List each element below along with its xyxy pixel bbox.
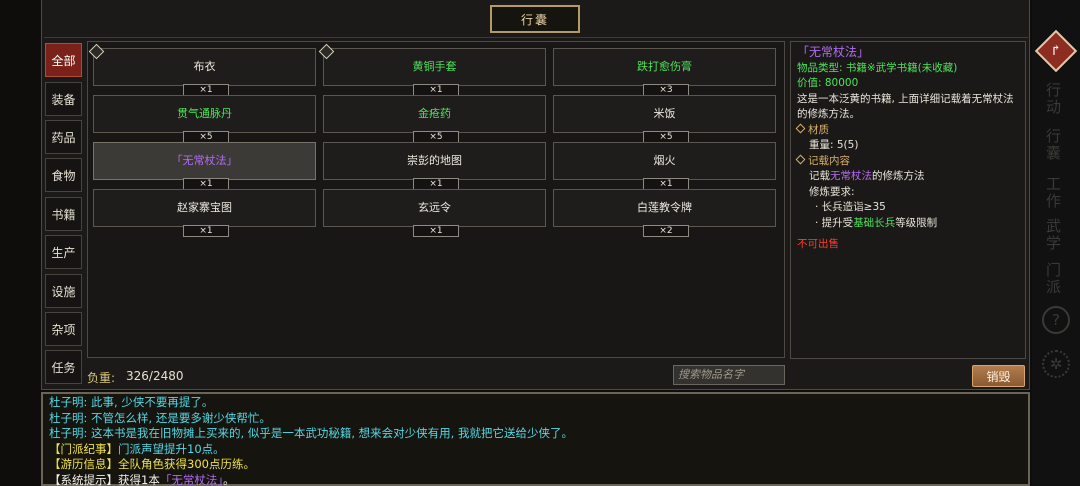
item-grid: 布衣 ×1 黄铜手套 ×1 跌打愈伤膏 ×3 贯气通脉丹 ×5 金疮药 ×5 米… <box>87 41 785 358</box>
detail-weight: 重量: 5(5) <box>809 139 859 151</box>
sidebar-item-work[interactable]: 工作 <box>1046 176 1068 210</box>
tab-misc[interactable]: 杂项 <box>45 312 82 346</box>
record-skill: 无常杖法 <box>830 170 872 182</box>
detail-material-header: 材质 <box>795 123 1019 139</box>
req2-prefix: · 提升受 <box>815 216 854 229</box>
record-suffix: 的修炼方法 <box>872 170 925 182</box>
search-input[interactable]: 搜索物品名字 <box>673 365 785 385</box>
item-slot-selected[interactable]: 「无常杖法」 ×1 <box>93 142 316 190</box>
item-name: 玄远令 <box>418 201 451 214</box>
tab-all[interactable]: 全部 <box>45 43 82 77</box>
req2-suffix: 等级限制 <box>895 216 938 229</box>
item-name: 米饭 <box>653 107 676 120</box>
item-name: 布衣 <box>193 60 216 73</box>
item-quantity: ×1 <box>183 225 229 237</box>
item-name: 赵家寨宝图 <box>177 201 232 214</box>
log-text: 全队角色获得300点历练。 <box>118 457 255 471</box>
help-icon[interactable]: ? <box>1042 306 1070 334</box>
detail-unsellable: 不可出售 <box>797 238 839 250</box>
equipped-tag-icon <box>88 43 105 60</box>
item-slot[interactable]: 烟火 ×1 <box>553 142 776 190</box>
log-tag: 【系统提示】 <box>49 472 118 486</box>
weight-label: 负重: <box>87 371 116 385</box>
inventory-title: 行囊 <box>490 5 580 33</box>
settings-gear-icon[interactable]: ✲ <box>1042 350 1070 378</box>
log-line: 杜子明: 这本书是我在旧物摊上买来的, 似乎是一本武功秘籍, 想来会对少侠有用,… <box>49 426 573 440</box>
detail-record-header: 记载内容 <box>795 154 1019 170</box>
record-header-label: 记载内容 <box>808 154 850 167</box>
log-tag: 【游历信息】 <box>49 457 118 471</box>
tab-facilities[interactable]: 设施 <box>45 274 82 308</box>
item-slot[interactable]: 跌打愈伤膏 ×3 <box>553 48 776 96</box>
detail-item-name: 「无常杖法」 <box>797 45 870 59</box>
log-line: 【门派纪事】门派声望提升10点。 <box>49 442 1022 458</box>
item-detail-panel: 「无常杖法」 物品类型: 书籍※武学书籍(未收藏) 价值: 80000 这是一本… <box>790 41 1026 359</box>
sidebar-item-action[interactable]: 行动 <box>1046 82 1068 116</box>
log-line: 杜子明: 不管怎么样, 还是要多谢少侠帮忙。 <box>49 410 271 425</box>
log-end: 。 <box>223 472 235 486</box>
tab-quest[interactable]: 任务 <box>45 350 82 384</box>
item-slot[interactable]: 贯气通脉丹 ×5 <box>93 95 316 143</box>
log-line: 杜子明: 此事, 少侠不要再提了。 <box>49 395 214 409</box>
return-arrow-icon: ↱ <box>1050 42 1062 59</box>
item-name: 贯气通脉丹 <box>177 107 232 120</box>
item-slot[interactable]: 布衣 ×1 <box>88 43 316 96</box>
log-line: 【游历信息】全队角色获得300点历练。 <box>49 457 1022 473</box>
diamond-icon <box>795 123 806 133</box>
sidebar-item-martial[interactable]: 武学 <box>1046 218 1068 252</box>
item-name: 崇彭的地图 <box>407 154 462 167</box>
tab-medicine[interactable]: 药品 <box>45 120 82 154</box>
detail-description: 这是一本泛黄的书籍, 上面详细记载着无常杖法的修炼方法。 <box>797 92 1014 121</box>
item-name: 「无常杖法」 <box>171 154 238 167</box>
item-quantity: ×1 <box>413 225 459 237</box>
item-quantity: ×2 <box>643 225 689 237</box>
sidebar-back-button[interactable]: ↱ <box>1034 29 1078 73</box>
destroy-button[interactable]: 销毁 <box>972 365 1025 387</box>
item-slot[interactable]: 赵家寨宝图 ×1 <box>93 189 316 237</box>
material-header-label: 材质 <box>808 123 829 136</box>
item-slot[interactable]: 米饭 ×5 <box>553 95 776 143</box>
detail-req-2: · 提升受基础长兵等级限制 <box>797 216 1019 232</box>
message-log: 杜子明: 此事, 少侠不要再提了。 杜子明: 不管怎么样, 还是要多谢少侠帮忙。… <box>41 392 1030 486</box>
item-slot[interactable]: 黄铜手套 ×1 <box>318 43 546 96</box>
item-slot[interactable]: 白莲教令牌 ×2 <box>553 189 776 237</box>
log-text: 获得1本 <box>118 472 160 486</box>
tab-production[interactable]: 生产 <box>45 235 82 269</box>
item-slot[interactable]: 金疮药 ×5 <box>323 95 546 143</box>
log-tag: 【门派纪事】 <box>49 441 118 456</box>
tab-food[interactable]: 食物 <box>45 158 82 192</box>
detail-req-header: 修炼要求: <box>809 185 855 198</box>
right-sidebar: ↱ 行动 行囊 工作 武学 门派 ? ✲ <box>1032 0 1080 486</box>
item-name: 烟火 <box>653 154 676 167</box>
tab-books[interactable]: 书籍 <box>45 197 82 231</box>
item-slot[interactable]: 玄远令 ×1 <box>323 189 546 237</box>
record-prefix: 记载 <box>809 170 830 182</box>
item-slot[interactable]: 崇彭的地图 ×1 <box>323 142 546 190</box>
detail-item-price: 价值: 80000 <box>797 77 859 89</box>
item-name: 黄铜手套 <box>412 60 457 73</box>
diamond-icon <box>795 154 806 164</box>
detail-record-line: 记载无常杖法的修炼方法 <box>797 169 1019 185</box>
item-name: 金疮药 <box>418 107 451 120</box>
equipped-tag-icon <box>318 43 335 60</box>
sidebar-item-inventory[interactable]: 行囊 <box>1046 128 1068 162</box>
tab-equipment[interactable]: 装备 <box>45 82 82 116</box>
log-text: 门派声望提升10点。 <box>118 441 225 456</box>
log-line: 【系统提示】获得1本「无常杖法」。 <box>49 473 1022 486</box>
detail-req-1: · 长兵造诣≥35 <box>815 201 886 213</box>
log-item: 「无常杖法」 <box>159 472 224 486</box>
title-divider <box>44 37 1028 38</box>
detail-item-type: 物品类型: 书籍※武学书籍(未收藏) <box>797 61 958 74</box>
item-name: 白莲教令牌 <box>637 201 692 214</box>
weight-value: 326/2480 <box>126 369 184 383</box>
sidebar-item-sect[interactable]: 门派 <box>1046 262 1068 296</box>
req2-skill: 基础长兵 <box>853 216 896 229</box>
item-name: 跌打愈伤膏 <box>637 60 692 73</box>
